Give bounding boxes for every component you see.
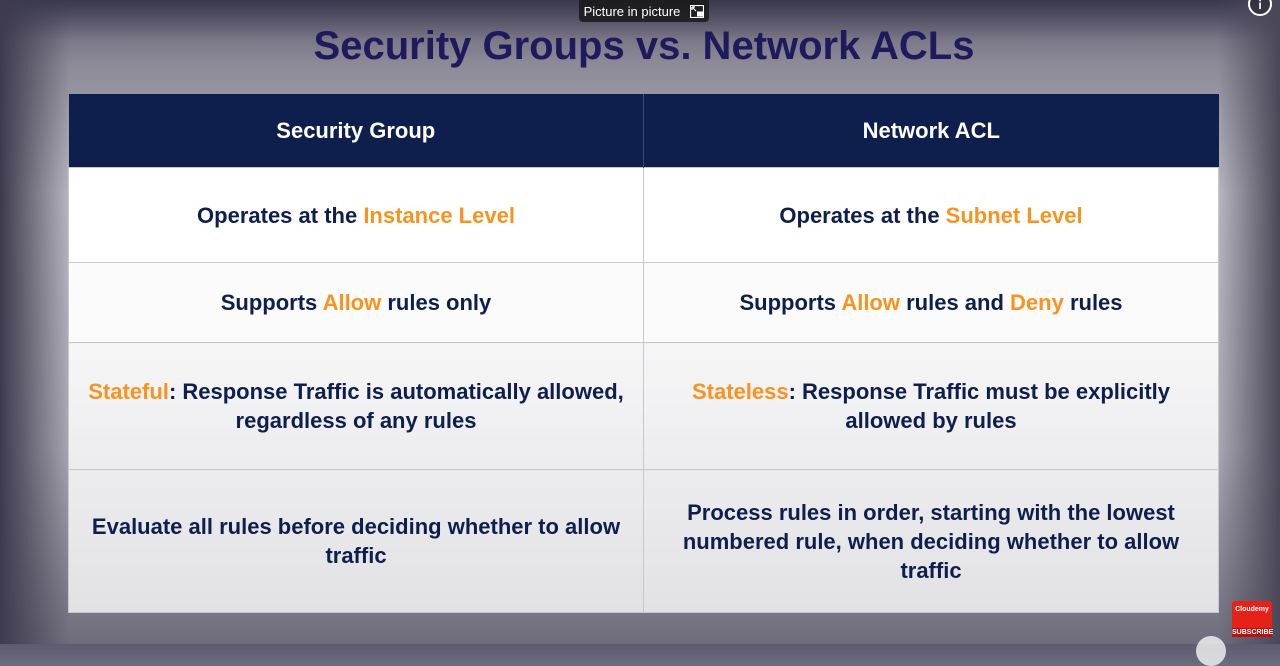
sg-stateful-cell: Stateful: Response Traffic is automatica…	[68, 342, 644, 470]
subscribe-badge[interactable]: Cloudemy SUBSCRIBE	[1232, 601, 1274, 637]
nacl-rules-support-cell: Supports Allow rules and Deny rules	[643, 262, 1219, 343]
cell-highlight: Stateless	[691, 379, 789, 404]
background-left-shade	[0, 0, 70, 644]
pip-label: Picture in picture	[583, 3, 681, 19]
cell-text: Evaluate all rules before deciding wheth…	[91, 514, 621, 568]
cell-text: Process rules in order, starting with th…	[682, 499, 1180, 583]
sg-rules-support-cell: Supports Allow rules only	[68, 262, 644, 343]
table-row: Operates at the Instance Level Operates …	[68, 167, 1219, 263]
sg-operates-level-cell: Operates at the Instance Level	[68, 167, 644, 263]
cell-highlight: Allow	[841, 290, 900, 315]
player-control-button[interactable]	[1196, 636, 1226, 666]
header-network-acl: Network ACL	[643, 94, 1219, 168]
pip-icon	[690, 4, 705, 18]
background-right-shade	[1218, 0, 1280, 644]
cell-highlight: Stateful	[88, 379, 169, 404]
cell-text: : Response Traffic is automatically allo…	[168, 379, 624, 433]
cell-text: rules and	[899, 290, 1011, 315]
nacl-stateless-cell: Stateless: Response Traffic must be expl…	[643, 342, 1219, 470]
sg-evaluation-cell: Evaluate all rules before deciding wheth…	[68, 469, 644, 613]
cell-highlight: Instance Level	[363, 202, 515, 228]
cell-highlight: Deny	[1010, 290, 1064, 315]
nacl-operates-level-cell: Operates at the Subnet Level	[643, 167, 1219, 263]
header-security-group: Security Group	[68, 94, 644, 168]
cell-text: Operates at the	[197, 202, 364, 228]
table-row: Evaluate all rules before deciding wheth…	[68, 469, 1219, 613]
cell-text: Supports	[739, 290, 842, 315]
cell-text: rules only	[381, 290, 492, 315]
cell-highlight: Subnet Level	[945, 202, 1083, 228]
brand-label: Cloudemy	[1235, 606, 1269, 613]
slide-title: Security Groups vs. Network ACLs	[313, 24, 975, 68]
subscribe-label: SUBSCRIBE	[1232, 628, 1274, 637]
cell-highlight: Allow	[322, 290, 382, 315]
nacl-evaluation-cell: Process rules in order, starting with th…	[643, 469, 1219, 613]
table-row: Supports Allow rules only Supports Allow…	[68, 262, 1219, 343]
picture-in-picture-button[interactable]: Picture in picture	[579, 0, 709, 22]
table-row: Stateful: Response Traffic is automatica…	[68, 342, 1219, 470]
cell-text: : Response Traffic must be explicitly al…	[788, 379, 1171, 433]
comparison-table: Security Group Network ACL Operates at t…	[68, 94, 1219, 613]
cell-text: Operates at the	[779, 202, 946, 228]
table-header-row: Security Group Network ACL	[68, 94, 1219, 168]
cell-text: Supports	[220, 290, 323, 315]
cell-text: rules	[1063, 290, 1123, 315]
